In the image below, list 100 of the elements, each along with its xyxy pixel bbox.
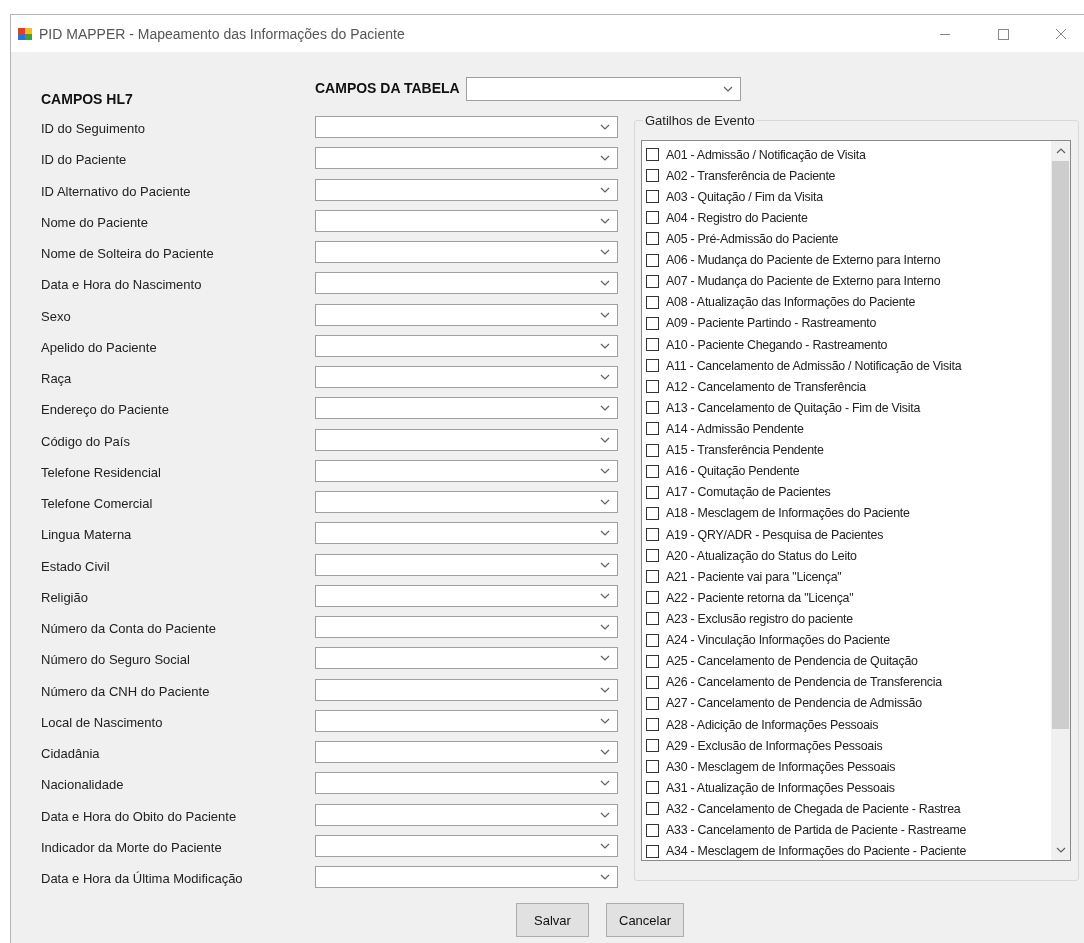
checkbox[interactable] (646, 359, 659, 373)
checkbox[interactable] (646, 253, 659, 267)
trigger-label[interactable]: A29 - Exclusão de Informações Pessoais (666, 738, 883, 753)
field-dropdown[interactable] (315, 678, 618, 701)
checkbox[interactable] (646, 443, 659, 457)
trigger-label[interactable]: A28 - Adicição de Informações Pessoais (666, 717, 879, 732)
field-dropdown[interactable] (315, 584, 618, 607)
checkbox[interactable] (646, 338, 659, 352)
field-dropdown[interactable] (315, 397, 618, 420)
field-dropdown[interactable] (315, 178, 618, 201)
checkbox[interactable] (646, 148, 659, 162)
trigger-label[interactable]: A31 - Atualização de Informações Pessoais (666, 780, 895, 795)
trigger-label[interactable]: A24 - Vinculação Informações do Paciente (666, 633, 890, 648)
trigger-label[interactable]: A02 - Transferência de Paciente (666, 168, 836, 183)
field-dropdown[interactable] (315, 647, 618, 670)
checkbox[interactable] (646, 654, 659, 668)
field-dropdown[interactable] (315, 334, 618, 357)
table-dropdown[interactable] (465, 77, 741, 101)
trigger-label[interactable]: A30 - Mesclagem de Informações Pessoais (666, 759, 896, 774)
trigger-label[interactable]: A23 - Exclusão registro do paciente (666, 611, 853, 626)
trigger-label[interactable]: A09 - Paciente Partindo - Rastreamento (666, 316, 877, 331)
scrollbar[interactable] (1051, 141, 1070, 860)
field-dropdown[interactable] (315, 272, 618, 295)
field-dropdown[interactable] (315, 834, 618, 857)
trigger-label[interactable]: A32 - Cancelamento de Chegada de Paciente - Rastrea (666, 801, 961, 816)
scroll-up-icon[interactable] (1055, 148, 1066, 154)
checkbox[interactable] (646, 696, 659, 710)
field-dropdown[interactable] (315, 709, 618, 732)
field-dropdown[interactable] (315, 616, 618, 638)
dialog-button[interactable]: Cancelar (606, 903, 685, 937)
trigger-label[interactable]: A16 - Quitação Pendente (666, 464, 800, 479)
field-dropdown[interactable] (315, 772, 618, 795)
field-dropdown[interactable] (315, 209, 618, 232)
checkbox[interactable] (646, 823, 659, 837)
checkbox[interactable] (646, 464, 659, 478)
checkbox[interactable] (646, 422, 659, 436)
checkbox[interactable] (646, 844, 659, 858)
checkbox[interactable] (646, 633, 659, 647)
trigger-label[interactable]: A14 - Admissão Pendente (666, 421, 804, 436)
trigger-label[interactable]: A04 - Registro do Paciente (666, 210, 808, 225)
trigger-label[interactable]: A20 - Atualização do Status do Leito (666, 548, 857, 563)
trigger-label[interactable]: A27 - Cancelamento de Pendencia de Admissão (666, 696, 922, 711)
checkbox[interactable] (646, 190, 659, 204)
checkbox[interactable] (646, 781, 659, 795)
trigger-label[interactable]: A07 - Mudança do Paciente de Externo para Interno (666, 274, 941, 289)
checkbox[interactable] (646, 528, 659, 541)
close-icon[interactable] (1055, 27, 1067, 40)
trigger-label[interactable]: A25 - Cancelamento de Pendencia de Quitação (666, 654, 918, 669)
field-dropdown[interactable] (315, 116, 618, 138)
trigger-label[interactable]: A34 - Mesclagem de Informações do Paciente - Paciente (666, 844, 967, 859)
field-dropdown[interactable] (315, 147, 618, 170)
checkbox[interactable] (646, 612, 659, 626)
trigger-label[interactable]: A01 - Admissão / Notificação de Visita (666, 147, 866, 162)
trigger-label[interactable]: A33 - Cancelamento de Partida de Paciente - Rastreame (666, 823, 967, 838)
field-dropdown[interactable] (315, 459, 618, 482)
trigger-label[interactable]: A19 - QRY/ADR - Pesquisa de Pacientes (666, 527, 884, 542)
checkbox[interactable] (646, 675, 659, 689)
checkbox[interactable] (646, 211, 659, 225)
trigger-label[interactable]: A08 - Atualização das Informações do Paciente (666, 295, 916, 310)
field-dropdown[interactable] (315, 428, 618, 451)
field-dropdown[interactable] (315, 241, 618, 263)
checkbox[interactable] (646, 232, 659, 246)
trigger-label[interactable]: A26 - Cancelamento de Pendencia de Transferencia (666, 675, 942, 690)
dialog-button[interactable]: Salvar (516, 903, 589, 937)
trigger-label[interactable]: A21 - Paciente vai para "Licença" (666, 569, 842, 584)
field-dropdown[interactable] (315, 803, 618, 826)
trigger-label[interactable]: A03 - Quitação / Fim da Visita (666, 189, 823, 204)
checkbox[interactable] (646, 316, 659, 330)
checkbox[interactable] (646, 760, 659, 774)
field-dropdown[interactable] (315, 303, 618, 326)
checkbox[interactable] (646, 506, 659, 520)
field-dropdown[interactable] (315, 366, 618, 388)
field-dropdown[interactable] (315, 866, 618, 888)
trigger-label[interactable]: A05 - Pré-Admissão do Paciente (666, 232, 839, 246)
trigger-label[interactable]: A13 - Cancelamento de Quitação - Fim de Visita (666, 400, 921, 415)
checkbox[interactable] (646, 718, 659, 731)
trigger-label[interactable]: A06 - Mudança do Paciente de Externo para Interno (666, 253, 941, 268)
checkbox[interactable] (646, 485, 659, 499)
checkbox[interactable] (646, 274, 659, 288)
checkbox[interactable] (646, 802, 659, 816)
scroll-thumb[interactable] (1052, 161, 1069, 729)
checkbox[interactable] (646, 169, 659, 183)
trigger-label[interactable]: A11 - Cancelamento de Admissão / Notificação de Visita (666, 358, 962, 373)
field-dropdown[interactable] (315, 553, 618, 576)
scroll-down-icon[interactable] (1055, 847, 1066, 853)
checkbox[interactable] (646, 401, 659, 415)
trigger-label[interactable]: A10 - Paciente Chegando - Rastreamento (666, 337, 888, 352)
checkbox[interactable] (646, 570, 659, 584)
trigger-label[interactable]: A22 - Paciente retorna da "Licença" (666, 590, 854, 605)
checkbox[interactable] (646, 549, 659, 563)
field-dropdown[interactable] (315, 741, 618, 763)
field-dropdown[interactable] (315, 491, 618, 513)
checkbox[interactable] (646, 739, 659, 753)
trigger-label[interactable]: A18 - Mesclagem de Informações do Paciente (666, 506, 910, 521)
field-dropdown[interactable] (315, 522, 618, 545)
checkbox[interactable] (646, 380, 659, 394)
trigger-label[interactable]: A12 - Cancelamento de Transferência (666, 379, 866, 394)
trigger-label[interactable]: A15 - Transferência Pendente (666, 443, 824, 458)
trigger-label[interactable]: A17 - Comutação de Pacientes (666, 485, 831, 500)
checkbox[interactable] (646, 295, 659, 309)
